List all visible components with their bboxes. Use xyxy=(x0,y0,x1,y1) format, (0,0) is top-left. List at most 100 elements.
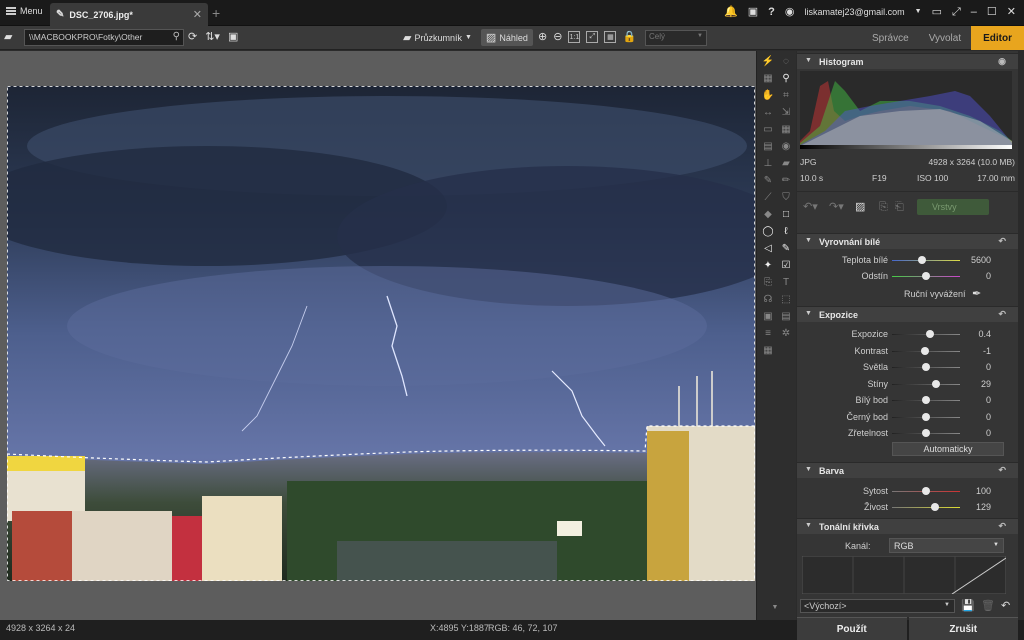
clone-stamp-icon[interactable]: ⊥ xyxy=(761,157,775,171)
close-window-icon[interactable]: ✕ xyxy=(1007,5,1016,19)
hand-tool-icon[interactable]: ✋ xyxy=(761,89,775,103)
undo-icon[interactable]: ↶▾ xyxy=(803,200,818,214)
slider-vibrance[interactable]: Živost 129 xyxy=(797,499,1018,515)
reset-curve-icon[interactable]: ↶ xyxy=(1001,599,1010,613)
add-tab-icon[interactable]: + xyxy=(212,5,220,21)
slider-svtla[interactable]: Světla 0 xyxy=(797,359,1018,375)
monitor-icon[interactable]: ▭ xyxy=(932,5,942,19)
copy-icon[interactable]: ⎘ xyxy=(761,276,775,290)
fullscreen-icon[interactable]: ⤢ xyxy=(952,5,961,19)
slider-value[interactable]: 29 xyxy=(981,379,991,389)
white-balance-header[interactable]: ▼ Vyrovnání bílé ↶ xyxy=(797,233,1018,249)
mask-icon[interactable]: ▤ xyxy=(779,310,793,324)
reset-icon[interactable]: ↶ xyxy=(998,309,1006,320)
tab-editor[interactable]: Editor xyxy=(971,26,1024,50)
slider-handle[interactable] xyxy=(918,256,926,264)
slider-value[interactable]: 100 xyxy=(976,486,991,496)
panel-scrollbar[interactable] xyxy=(1018,51,1024,617)
film-icon[interactable]: ▦ xyxy=(761,344,775,358)
sort-icon[interactable]: ⇅▾ xyxy=(205,30,220,44)
rect-select-icon[interactable]: □ xyxy=(779,208,793,222)
copy-settings-icon[interactable]: ⎘ xyxy=(879,200,888,214)
slider-track[interactable] xyxy=(892,260,960,261)
polygon-lasso-icon[interactable]: ◁ xyxy=(761,242,775,256)
slider-handle[interactable] xyxy=(926,330,935,338)
zoom-out-icon[interactable]: ⊖ xyxy=(553,30,562,44)
browser-button[interactable]: ▰ Průzkumník ▼ xyxy=(398,29,477,46)
scroll-down-icon[interactable]: ▼ xyxy=(768,601,782,615)
slider-blbod[interactable]: Bílý bod 0 xyxy=(797,392,1018,408)
slider-handle[interactable] xyxy=(922,272,930,280)
manual-balance[interactable]: Ruční vyvážení ✒ xyxy=(904,287,981,301)
tone-curve-graph[interactable] xyxy=(802,556,1006,594)
import-folder-icon[interactable]: ▣ xyxy=(228,30,238,44)
lines-icon[interactable]: ≡ xyxy=(761,327,775,341)
brush-select-icon[interactable]: ✎ xyxy=(779,242,793,256)
user-avatar-icon[interactable]: ◉ xyxy=(785,5,795,19)
redeye-icon[interactable]: ◉ xyxy=(779,140,793,154)
text-icon[interactable]: T xyxy=(779,276,793,290)
tone-curve-header[interactable]: ▼ Tonální křivka ↶ xyxy=(797,518,1018,534)
zoom-fill-icon[interactable]: ▦ xyxy=(604,31,617,43)
gradient-icon[interactable]: ◆ xyxy=(761,208,775,222)
crop-icon[interactable]: ⌗ xyxy=(779,89,793,103)
slider-value[interactable]: 0 xyxy=(986,428,991,438)
image-canvas[interactable] xyxy=(0,51,756,620)
menu-button[interactable]: Menu xyxy=(6,6,43,16)
slider-kontrast[interactable]: Kontrast -1 xyxy=(797,343,1018,359)
slider-value[interactable]: 0 xyxy=(986,395,991,405)
slider-value[interactable]: 0 xyxy=(986,271,991,281)
slider-value[interactable]: 0 xyxy=(986,362,991,372)
gift-icon[interactable]: ▣ xyxy=(748,5,758,19)
search-icon[interactable]: ⚲ xyxy=(173,31,180,42)
paste-settings-icon[interactable]: ⎗ xyxy=(895,200,904,214)
eyedropper-icon[interactable]: ✒ xyxy=(972,287,981,301)
lasso-icon[interactable]: ℓ xyxy=(779,225,793,239)
zoom-tool-icon[interactable]: ⚲ xyxy=(779,72,793,86)
compare-icon[interactable]: ▨ xyxy=(855,200,865,214)
redo-icon[interactable]: ↷▾ xyxy=(829,200,844,214)
slider-handle[interactable] xyxy=(922,396,930,404)
slider-value[interactable]: 0 xyxy=(986,412,991,422)
preview-button[interactable]: ▨ Náhled xyxy=(480,29,533,46)
transform-icon[interactable]: ⬚ xyxy=(779,293,793,307)
slider-stny[interactable]: Stíny 29 xyxy=(797,376,1018,392)
lock-icon[interactable]: 🔒 xyxy=(622,30,636,44)
paint-icon[interactable]: ⟋ xyxy=(761,191,775,205)
select-icon[interactable]: ▦ xyxy=(761,72,775,86)
zoom-1to1-button[interactable]: 1:1 xyxy=(568,31,581,43)
notification-bell-icon[interactable]: 🔔 xyxy=(724,5,738,19)
selection-edit-icon[interactable]: ☑ xyxy=(779,259,793,273)
layers-button[interactable]: Vrstvy xyxy=(917,199,989,215)
slider-expozice[interactable]: Expozice 0.4 xyxy=(797,326,1018,342)
slider-handle[interactable] xyxy=(922,487,930,495)
exposure-header[interactable]: ▼ Expozice ↶ xyxy=(797,306,1018,322)
maximize-icon[interactable]: ☐ xyxy=(987,5,997,19)
histogram-header[interactable]: ▼ Histogram ◉ xyxy=(797,53,1018,69)
slider-handle[interactable] xyxy=(922,429,930,437)
settings-icon[interactable]: ✲ xyxy=(779,327,793,341)
slider-handle[interactable] xyxy=(921,346,930,355)
document-tab[interactable]: ✎ DSC_2706.jpg* ✕ xyxy=(50,3,208,26)
zoom-select[interactable]: Celý ▼ xyxy=(645,30,707,46)
slider-temperature[interactable]: Teplota bílé 5600 xyxy=(797,252,1018,268)
slider-value[interactable]: -1 xyxy=(983,346,991,356)
straighten-icon[interactable]: ↔ xyxy=(761,106,775,120)
bucket-icon[interactable]: ⛉ xyxy=(779,191,793,205)
slider-track[interactable] xyxy=(892,383,960,385)
tab-manager[interactable]: Správce xyxy=(862,26,919,50)
zoom-in-icon[interactable]: ⊕ xyxy=(538,30,547,44)
minimize-icon[interactable]: – xyxy=(971,5,977,19)
slider-zetelnost[interactable]: Zřetelnost 0 xyxy=(797,425,1018,441)
pencil-icon[interactable]: ✏ xyxy=(779,174,793,188)
user-email[interactable]: liskamatej23@gmail.com xyxy=(804,7,904,17)
slider-tint[interactable]: Odstín 0 xyxy=(797,268,1018,284)
apply-button[interactable]: Použít xyxy=(797,617,907,640)
brush-icon[interactable]: ✎ xyxy=(761,174,775,188)
slider-handle[interactable] xyxy=(922,363,930,371)
ellipse-select-icon[interactable]: ◯ xyxy=(761,225,775,239)
quick-fix-icon[interactable]: ⚡ xyxy=(761,55,775,69)
delete-preset-icon[interactable]: 🗑 xyxy=(981,599,995,613)
slider-value[interactable]: 129 xyxy=(976,502,991,512)
slider-value[interactable]: 5600 xyxy=(971,255,991,265)
